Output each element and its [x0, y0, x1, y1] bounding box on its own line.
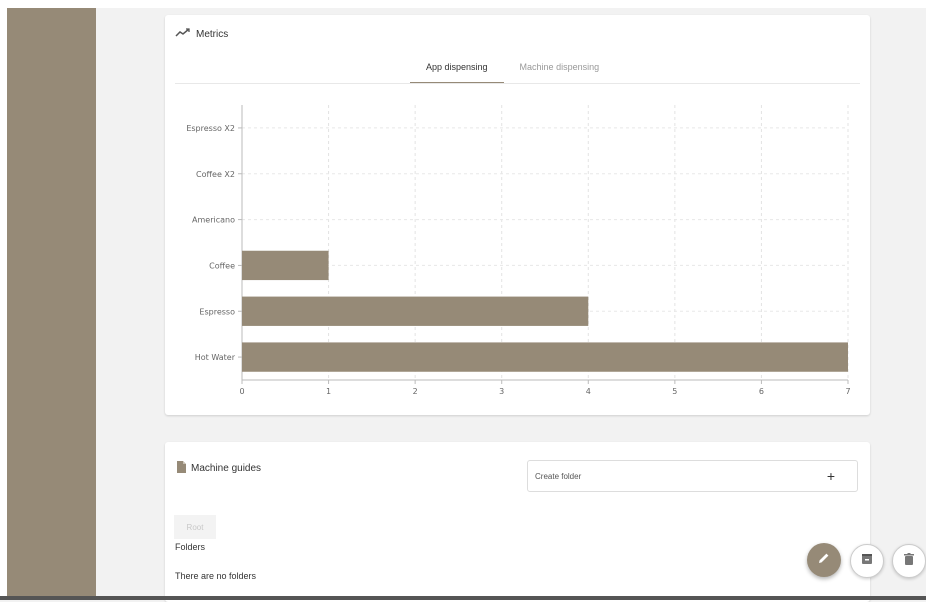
guides-title: Machine guides [191, 463, 262, 474]
pencil-icon [818, 551, 830, 569]
x-tick-label: 7 [845, 387, 850, 396]
y-tick-label: Coffee [209, 261, 235, 270]
x-tick-label: 2 [413, 387, 418, 396]
delete-button[interactable] [892, 544, 926, 578]
y-tick-label: Coffee X2 [196, 170, 235, 179]
y-tick-label: Espresso [199, 307, 235, 316]
top-strip [0, 0, 926, 8]
archive-icon [861, 552, 873, 570]
guides-header: Machine guides [177, 461, 261, 476]
dispensing-bar-chart: 0 1 2 3 4 5 6 7 Espresso X2 Coffee X2 Americano Cof… [186, 105, 851, 396]
left-edge [0, 0, 7, 600]
create-folder-button[interactable]: Create folder + [527, 460, 858, 492]
y-tick-label: Hot Water [195, 353, 236, 362]
metrics-card: Metrics App dispensing Machine dispensin… [165, 15, 870, 415]
bar-hot-water [242, 342, 848, 372]
y-tick-label: Americano [192, 216, 235, 225]
document-icon [177, 461, 186, 476]
plus-icon: + [826, 468, 835, 484]
bar-coffee [242, 250, 329, 281]
x-tick-label: 3 [499, 387, 504, 396]
x-tick-label: 0 [239, 387, 244, 396]
edit-button[interactable] [807, 543, 841, 577]
create-folder-label: Create folder [535, 471, 582, 481]
bar-espresso [242, 296, 589, 326]
x-tick-label: 4 [586, 387, 591, 396]
x-tick-label: 6 [759, 387, 764, 396]
archive-button[interactable] [850, 544, 884, 578]
machine-guides-card: Machine guides Create folder + Root Fold… [165, 442, 870, 602]
x-tick-label: 1 [326, 387, 331, 396]
empty-folders-text: There are no folders [175, 571, 257, 581]
x-tick-label: 5 [672, 387, 677, 396]
trash-icon [904, 552, 914, 570]
root-button[interactable]: Root [174, 515, 216, 539]
sidebar [7, 8, 96, 597]
folders-label: Folders [175, 542, 206, 552]
bottom-bar [0, 596, 926, 600]
y-tick-label: Espresso X2 [186, 124, 235, 133]
